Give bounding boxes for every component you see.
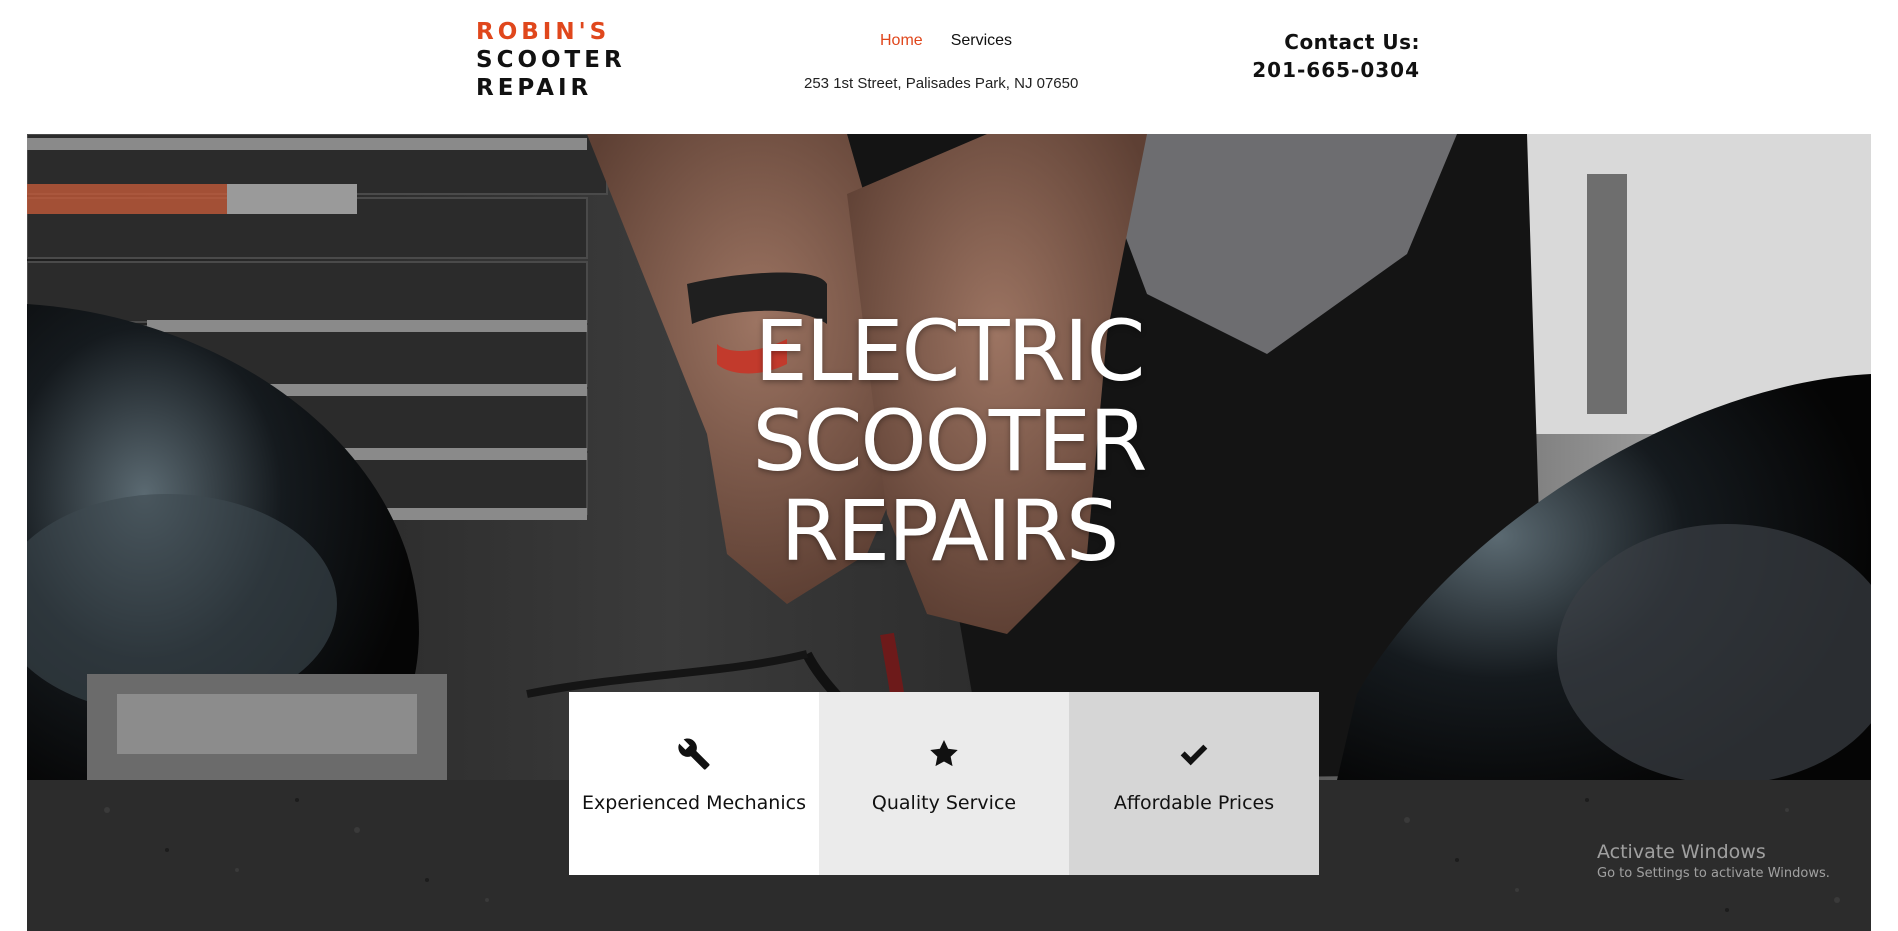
business-address: 253 1st Street, Palisades Park, NJ 07650 — [804, 75, 1079, 92]
hero-title: ELECTRIC SCOOTER REPAIRS — [27, 306, 1871, 576]
feature-label: Affordable Prices — [1113, 792, 1275, 814]
feature-card-affordable-prices: Affordable Prices — [1069, 692, 1319, 875]
nav-home-link[interactable]: Home — [880, 32, 923, 50]
checkmark-icon — [1178, 736, 1210, 772]
feature-label: Quality Service — [871, 792, 1017, 814]
watermark-subtitle: Go to Settings to activate Windows. — [1597, 866, 1830, 881]
nav-services-link[interactable]: Services — [951, 32, 1012, 50]
windows-activation-watermark: Activate Windows Go to Settings to activ… — [1597, 840, 1830, 884]
feature-card-quality-service: Quality Service — [819, 692, 1069, 875]
wrench-icon — [677, 736, 711, 772]
hero-title-line-3: REPAIRS — [780, 482, 1120, 580]
logo-line-repair: REPAIR — [476, 75, 593, 101]
site-header: ROBIN'S SCOOTER REPAIR Home Services 253… — [0, 0, 1898, 133]
contact-phone[interactable]: 201-665-0304 — [1252, 56, 1420, 84]
star-icon — [928, 736, 960, 772]
hero-title-line-1: ELECTRIC — [754, 302, 1146, 400]
hero-banner: ELECTRIC SCOOTER REPAIRS — [27, 134, 1871, 780]
hero-title-line-2: SCOOTER — [752, 392, 1148, 490]
main-nav: Home Services — [880, 32, 1012, 50]
contact-block: Contact Us: 201-665-0304 — [1252, 28, 1420, 84]
watermark-title: Activate Windows — [1597, 841, 1766, 863]
features-row: Experienced Mechanics Quality Service Af… — [569, 692, 1319, 875]
feature-card-experienced-mechanics: Experienced Mechanics — [569, 692, 819, 875]
contact-label: Contact Us: — [1284, 30, 1420, 54]
logo-line-scooter: SCOOTER — [476, 47, 626, 73]
site-logo[interactable]: ROBIN'S SCOOTER REPAIR — [476, 18, 626, 102]
feature-label: Experienced Mechanics — [582, 792, 806, 814]
logo-line-robins: ROBIN'S — [476, 19, 611, 45]
